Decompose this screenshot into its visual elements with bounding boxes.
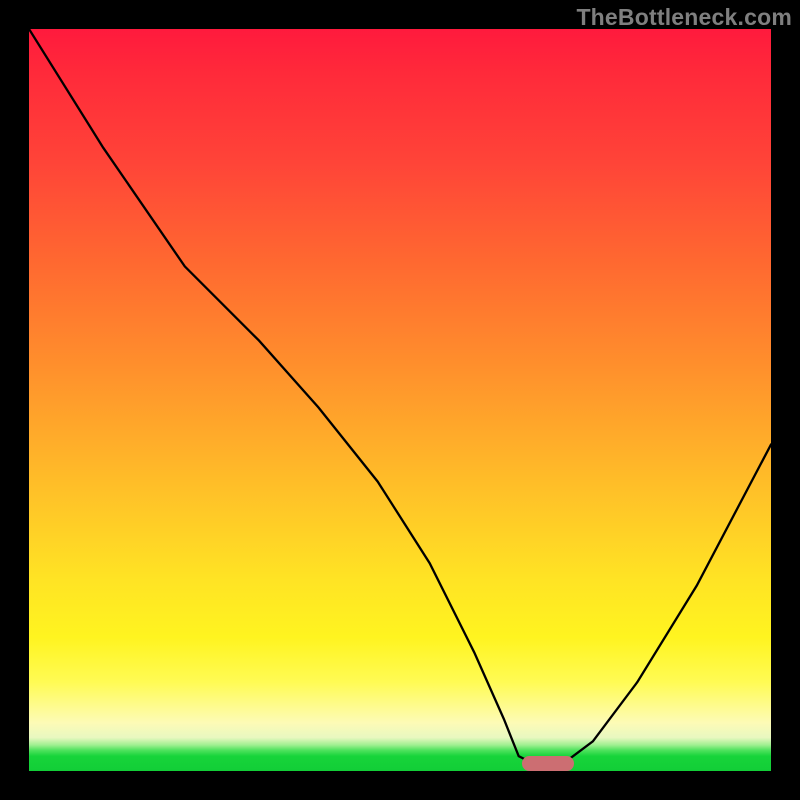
bottleneck-curve [29, 29, 771, 771]
watermark-text: TheBottleneck.com [576, 4, 792, 31]
optimal-marker [522, 756, 574, 771]
chart-frame: TheBottleneck.com [0, 0, 800, 800]
curve-path [29, 29, 771, 764]
plot-area [29, 29, 771, 771]
